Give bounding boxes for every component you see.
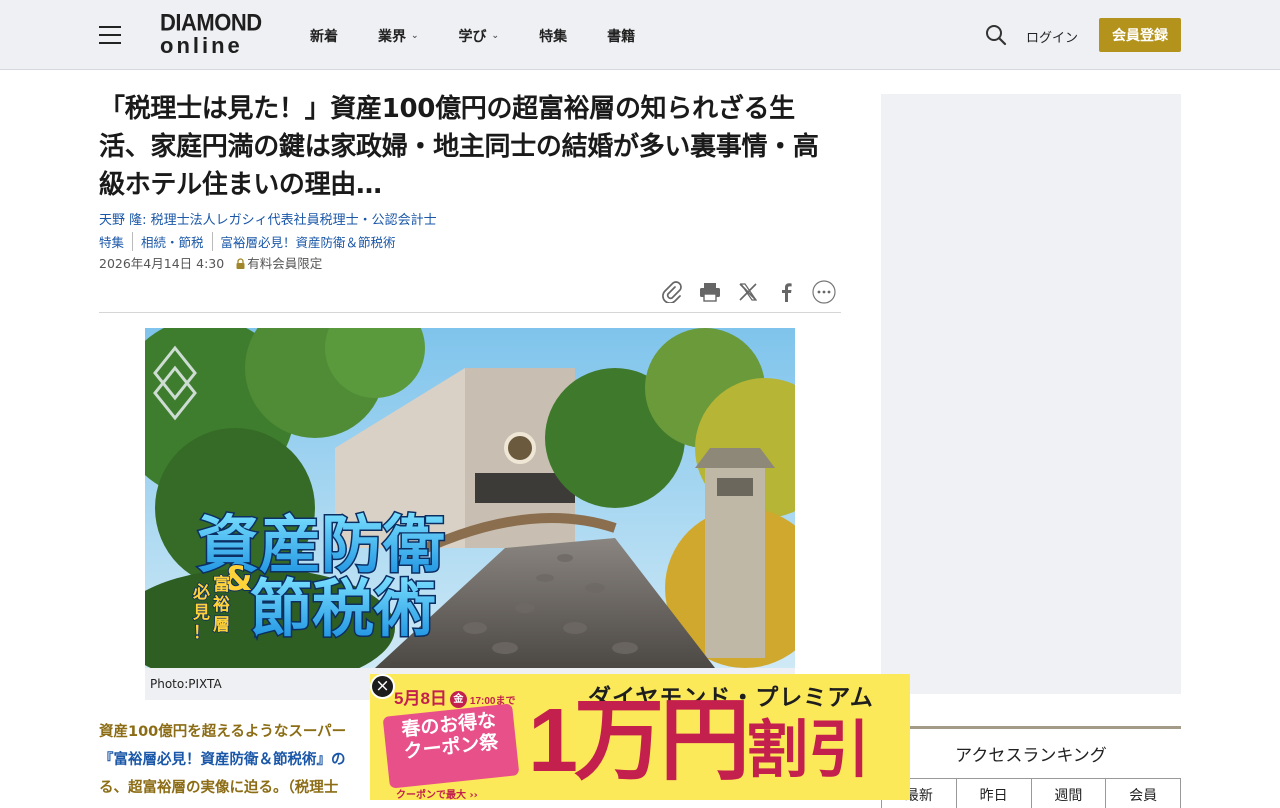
close-icon[interactable]: × [370,674,395,699]
nav-item-books[interactable]: 書籍 [607,26,635,46]
hero-side-char: 裕 [213,594,230,615]
site-header: DIAMOND online 新着 業界 ⌄ 学び ⌄ 特集 書籍 ログイン 会員登… [0,0,1280,70]
article-tags: 特集 相続・節税 富裕層必見！資産防衛＆節税術 [99,232,412,251]
main-nav: 新着 業界 ⌄ 学び ⌄ 特集 書籍 [310,26,675,46]
member-badge: 有料会員限定 [236,253,322,272]
hero-side-char: 見 [192,603,210,623]
logo-text-top: DIAMOND [160,8,262,37]
tab-weekly[interactable]: 週間 [1032,779,1107,808]
x-icon[interactable] [736,280,760,304]
ranking-title: アクセスランキング [955,746,1107,766]
nav-label: 書籍 [607,29,636,45]
logo-text-bottom: online [160,33,243,58]
nav-item-learning[interactable]: 学び ⌄ [459,26,500,46]
nav-label: 学び [458,29,487,45]
photo-caption: Photo:PIXTA [150,677,222,691]
banner-amount: 1万円 [528,691,750,791]
article-title: 「税理士は見た！」資産100億円の超富裕層の知られざる生活、家庭円満の鍵は家政婦… [99,94,819,200]
banner-big-text: 1万円割引 [528,696,870,786]
hero-headline-2: 節税術 [250,572,436,645]
tag-link[interactable]: 富裕層必見！資産防衛＆節税術 [221,232,404,251]
nav-label: 新着 [310,29,338,45]
lock-icon [236,257,245,269]
banner-suffix: 割引 [746,716,871,785]
tag-link[interactable]: 相続・節税 [141,232,213,251]
banner-weekday: 金 [449,691,467,709]
author-link[interactable]: 天野 隆: 税理士法人レガシィ代表社員税理士・公認会計士 [99,209,437,228]
menu-icon[interactable] [99,26,121,44]
hero-side-char: 層 [213,615,230,635]
link-icon[interactable] [660,280,684,304]
nav-item-industry[interactable]: 業界 ⌄ [378,26,419,46]
site-logo[interactable]: DIAMOND online [160,8,264,58]
hero-side-char: ！ [193,623,210,643]
tab-members[interactable]: 会員 [1106,779,1180,808]
ranking-divider [881,726,1181,729]
nav-item-features[interactable]: 特集 [539,26,567,46]
hero-side-char: 必 [192,582,210,603]
register-button[interactable]: 会員登録 [1099,18,1181,52]
facebook-icon[interactable] [774,280,798,304]
more-icon[interactable] [812,280,836,304]
nav-label: 特集 [539,29,568,45]
hero-side-char: 富 [213,574,230,595]
login-link[interactable]: ログイン [1026,27,1078,46]
publish-date: 2026年4月14日 4:30 [99,256,225,271]
article-meta: 2026年4月14日 4:30 有料会員限定 [99,253,322,272]
banner-badge: 春のお得な クーポン祭 [382,703,520,789]
tab-yesterday[interactable]: 昨日 [957,779,1032,808]
ranking-tabs: 最新 昨日 週間 会員 [881,778,1181,808]
search-icon[interactable] [985,24,1007,46]
share-bar [660,280,836,304]
member-label: 有料会員限定 [247,256,323,271]
sidebar-ad[interactable] [881,94,1181,694]
chevron-down-icon: ⌄ [411,31,419,41]
tag-link[interactable]: 特集 [99,232,134,251]
banner-sub: クーポンで最大 ›› [396,790,478,800]
promo-banner[interactable]: 5月8日金 17:00まで ダイヤモンド・プレミアム 春のお得な クーポン祭 1万… [370,674,910,800]
nav-item-new[interactable]: 新着 [310,26,338,46]
hero-image: 資産防衛 & 節税術 富裕層必見！ [145,328,795,668]
divider [99,312,841,313]
chevron-down-icon: ⌄ [491,31,500,41]
nav-label: 業界 [378,29,406,45]
print-icon[interactable] [698,280,722,304]
banner-date-text: 5月8日 [394,689,447,708]
